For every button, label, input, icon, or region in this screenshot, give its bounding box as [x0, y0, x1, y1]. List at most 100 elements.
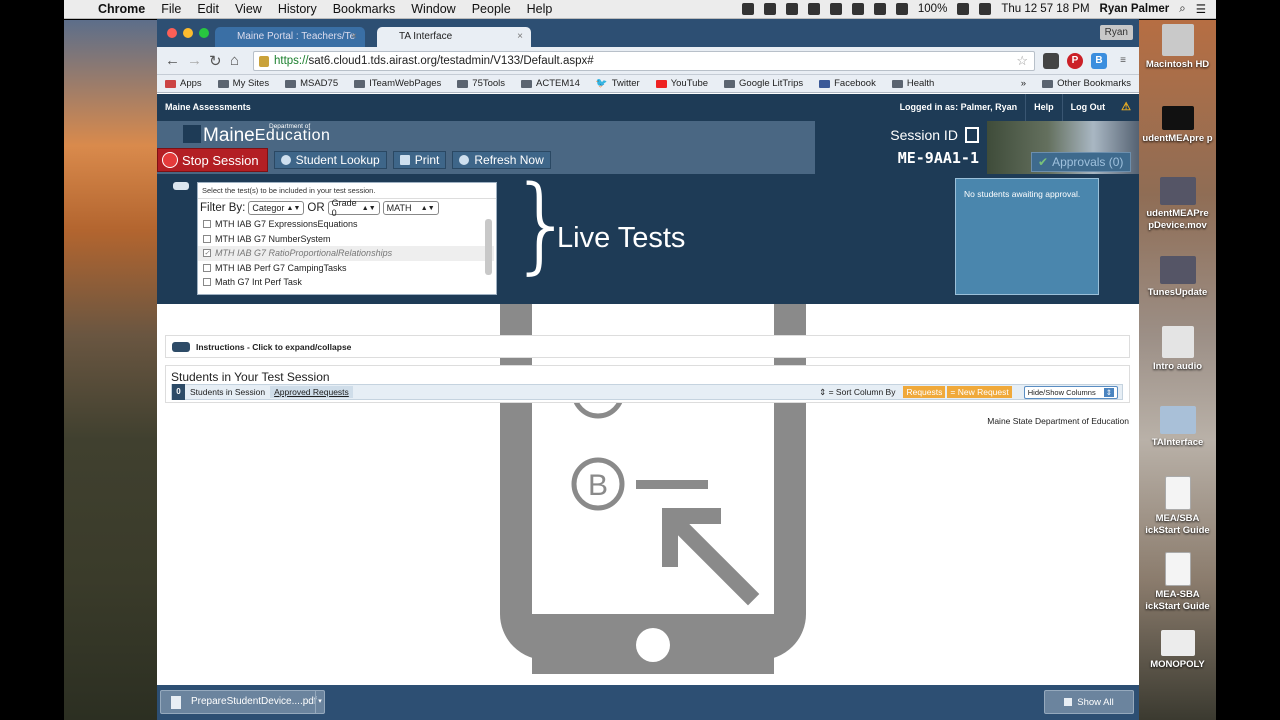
- page-content: Maine Assessments Logged in as: Palmer, …: [157, 94, 1139, 685]
- approved-requests-tab[interactable]: Approved Requests: [270, 386, 353, 398]
- menu-file[interactable]: File: [153, 2, 189, 16]
- spotlight-icon[interactable]: ⌕: [1179, 3, 1185, 16]
- zoom-window-icon[interactable]: [199, 28, 209, 38]
- flag-icon[interactable]: [979, 3, 992, 15]
- desktop-icon-mea-sba-guide-2[interactable]: MEA-SBA ickStart Guide: [1139, 552, 1216, 613]
- test-list-item[interactable]: MTH IAB Perf G7 CampingTasks: [198, 261, 494, 276]
- collapse-icon[interactable]: [173, 182, 189, 190]
- notification-icon[interactable]: ☰: [1196, 2, 1206, 16]
- logout-link[interactable]: Log Out: [1061, 94, 1114, 121]
- hide-show-columns-select[interactable]: Hide/Show Columns ⇕: [1023, 385, 1118, 399]
- battery-percent[interactable]: 100%: [918, 3, 947, 15]
- bookmark-star-icon[interactable]: ☆: [1016, 53, 1028, 69]
- wifi-icon[interactable]: [873, 3, 886, 15]
- desktop-icon-monopoly[interactable]: MONOPOLY: [1139, 630, 1216, 671]
- bookmark-apps[interactable]: Apps: [157, 78, 210, 89]
- bookmark-my-sites[interactable]: My Sites: [210, 78, 277, 89]
- checkbox[interactable]: [203, 220, 211, 229]
- download-menu-icon[interactable]: ▾: [315, 691, 324, 713]
- menu-help[interactable]: Help: [519, 2, 561, 16]
- students-in-session-tab[interactable]: Students in Session: [185, 387, 270, 397]
- test-list-item[interactable]: ✓ MTH IAB G7 RatioProportionalRelationshi…: [198, 246, 494, 261]
- test-list-scrollbar[interactable]: [485, 219, 492, 275]
- test-list-item[interactable]: MTH IAB G7 NumberSystem: [198, 232, 494, 247]
- user-name[interactable]: Ryan Palmer: [1100, 3, 1170, 15]
- bookmark-actem14[interactable]: ACTEM14: [513, 78, 588, 89]
- download-item[interactable]: PrepareStudentDevice....pdf ▾: [160, 690, 325, 714]
- forward-icon[interactable]: →: [187, 52, 202, 69]
- bookmark-facebook[interactable]: Facebook: [811, 78, 884, 89]
- bookmarks-overflow-icon[interactable]: »: [1013, 78, 1034, 89]
- desktop-icon-movie[interactable]: udentMEAPre pDevice.mov: [1139, 177, 1216, 232]
- drive-icon[interactable]: [741, 3, 754, 15]
- checkbox[interactable]: [203, 234, 211, 243]
- checkbox-checked[interactable]: ✓: [203, 249, 211, 258]
- pinterest-icon[interactable]: P: [1067, 53, 1083, 69]
- close-tab-icon[interactable]: ×: [517, 31, 523, 42]
- help-link[interactable]: Help: [1025, 94, 1062, 121]
- bookmark-youtube[interactable]: YouTube: [648, 78, 716, 89]
- stop-session-button[interactable]: Stop Session: [157, 148, 268, 172]
- back-icon[interactable]: ←: [165, 52, 180, 69]
- bookmark-twitter[interactable]: 🐦 Twitter: [588, 78, 648, 89]
- chrome-menu-icon[interactable]: ≡: [1115, 53, 1131, 69]
- desktop-icon-folder[interactable]: udentMEApre p: [1139, 106, 1216, 145]
- desktop-icon-intro-audio[interactable]: Intro audio: [1139, 326, 1216, 373]
- category-select[interactable]: Categor ▲▼: [248, 201, 305, 215]
- airplay-icon[interactable]: [829, 3, 842, 15]
- desktop-icon-label: MONOPOLY: [1150, 659, 1205, 670]
- bookmark-iteamwebpages[interactable]: ITeamWebPages: [346, 78, 449, 89]
- tab-ta-interface[interactable]: TA Interface ×: [377, 27, 531, 47]
- clock-extension-icon[interactable]: [1043, 53, 1059, 69]
- desktop-icon-tainterface[interactable]: TAInterface: [1139, 406, 1216, 449]
- test-list-item[interactable]: MTH IAB G7 ExpressionsEquations: [198, 217, 494, 232]
- menu-window[interactable]: Window: [403, 2, 463, 16]
- show-all-button[interactable]: Show All: [1044, 690, 1134, 714]
- bookmark-google-littrips[interactable]: Google LitTrips: [716, 78, 811, 89]
- menu-app-name[interactable]: Chrome: [94, 2, 153, 16]
- instructions-toggle[interactable]: Instructions - Click to expand/collapse: [165, 335, 1130, 358]
- bluetooth-icon[interactable]: [851, 3, 864, 15]
- home-icon[interactable]: ⌂: [230, 52, 239, 69]
- desktop-icon-label: udentMEAPre pDevice.mov: [1146, 208, 1209, 231]
- menu-view[interactable]: View: [227, 2, 270, 16]
- clock[interactable]: Thu 12 57 18 PM: [1001, 3, 1089, 15]
- evernote-icon[interactable]: [763, 3, 776, 15]
- camera-icon[interactable]: [785, 3, 798, 15]
- bookmark-health[interactable]: Health: [884, 78, 942, 89]
- reload-icon[interactable]: ↻: [209, 52, 222, 70]
- menu-people[interactable]: People: [464, 2, 519, 16]
- audio-file-icon: [1161, 326, 1194, 358]
- menu-edit[interactable]: Edit: [189, 2, 227, 16]
- student-lookup-button[interactable]: Student Lookup: [273, 151, 387, 169]
- print-button[interactable]: Print: [392, 151, 447, 169]
- test-list-item[interactable]: Math G7 Int Perf Task: [198, 275, 494, 290]
- bookmark-msad75[interactable]: MSAD75: [277, 78, 346, 89]
- battery-icon[interactable]: [957, 3, 970, 15]
- tab-maine-portal[interactable]: Maine Portal : Teachers/Te ×: [215, 27, 365, 47]
- menu-bookmarks[interactable]: Bookmarks: [325, 2, 404, 16]
- folder-icon: [217, 79, 229, 88]
- checkbox[interactable]: [203, 278, 211, 287]
- volume-icon[interactable]: [895, 3, 908, 15]
- footer-text: Maine State Department of Education: [987, 416, 1129, 426]
- minimize-window-icon[interactable]: [183, 28, 193, 38]
- bookmark-75tools[interactable]: 75Tools: [449, 78, 513, 89]
- subject-select[interactable]: MATH ▲▼: [382, 201, 439, 215]
- warning-icon[interactable]: ⚠: [1113, 94, 1139, 121]
- desktop-icon-macintosh-hd[interactable]: Macintosh HD: [1139, 24, 1216, 71]
- desktop-icon-mea-sba-guide[interactable]: MEA/SBA ickStart Guide: [1139, 476, 1216, 537]
- menu-history[interactable]: History: [270, 2, 325, 16]
- desktop-icon-itunes-update[interactable]: TunesUpdate: [1139, 256, 1216, 299]
- profile-button[interactable]: Ryan: [1099, 25, 1133, 40]
- url-rest: sat6.cloud1.tds.airast.org/testadmin/V13…: [308, 55, 594, 67]
- grade-select[interactable]: Grade 0 ▲▼: [327, 198, 380, 218]
- time-machine-icon[interactable]: [807, 3, 820, 15]
- checkbox[interactable]: [203, 263, 211, 272]
- approvals-button[interactable]: ✔ Approvals (0): [1031, 152, 1131, 172]
- b-extension-icon[interactable]: B: [1091, 53, 1107, 69]
- bookmark-other[interactable]: Other Bookmarks: [1034, 78, 1139, 89]
- close-window-icon[interactable]: [167, 28, 177, 38]
- close-tab-icon[interactable]: ×: [351, 31, 357, 42]
- address-bar[interactable]: https://sat6.cloud1.tds.airast.org/testa…: [253, 51, 1035, 71]
